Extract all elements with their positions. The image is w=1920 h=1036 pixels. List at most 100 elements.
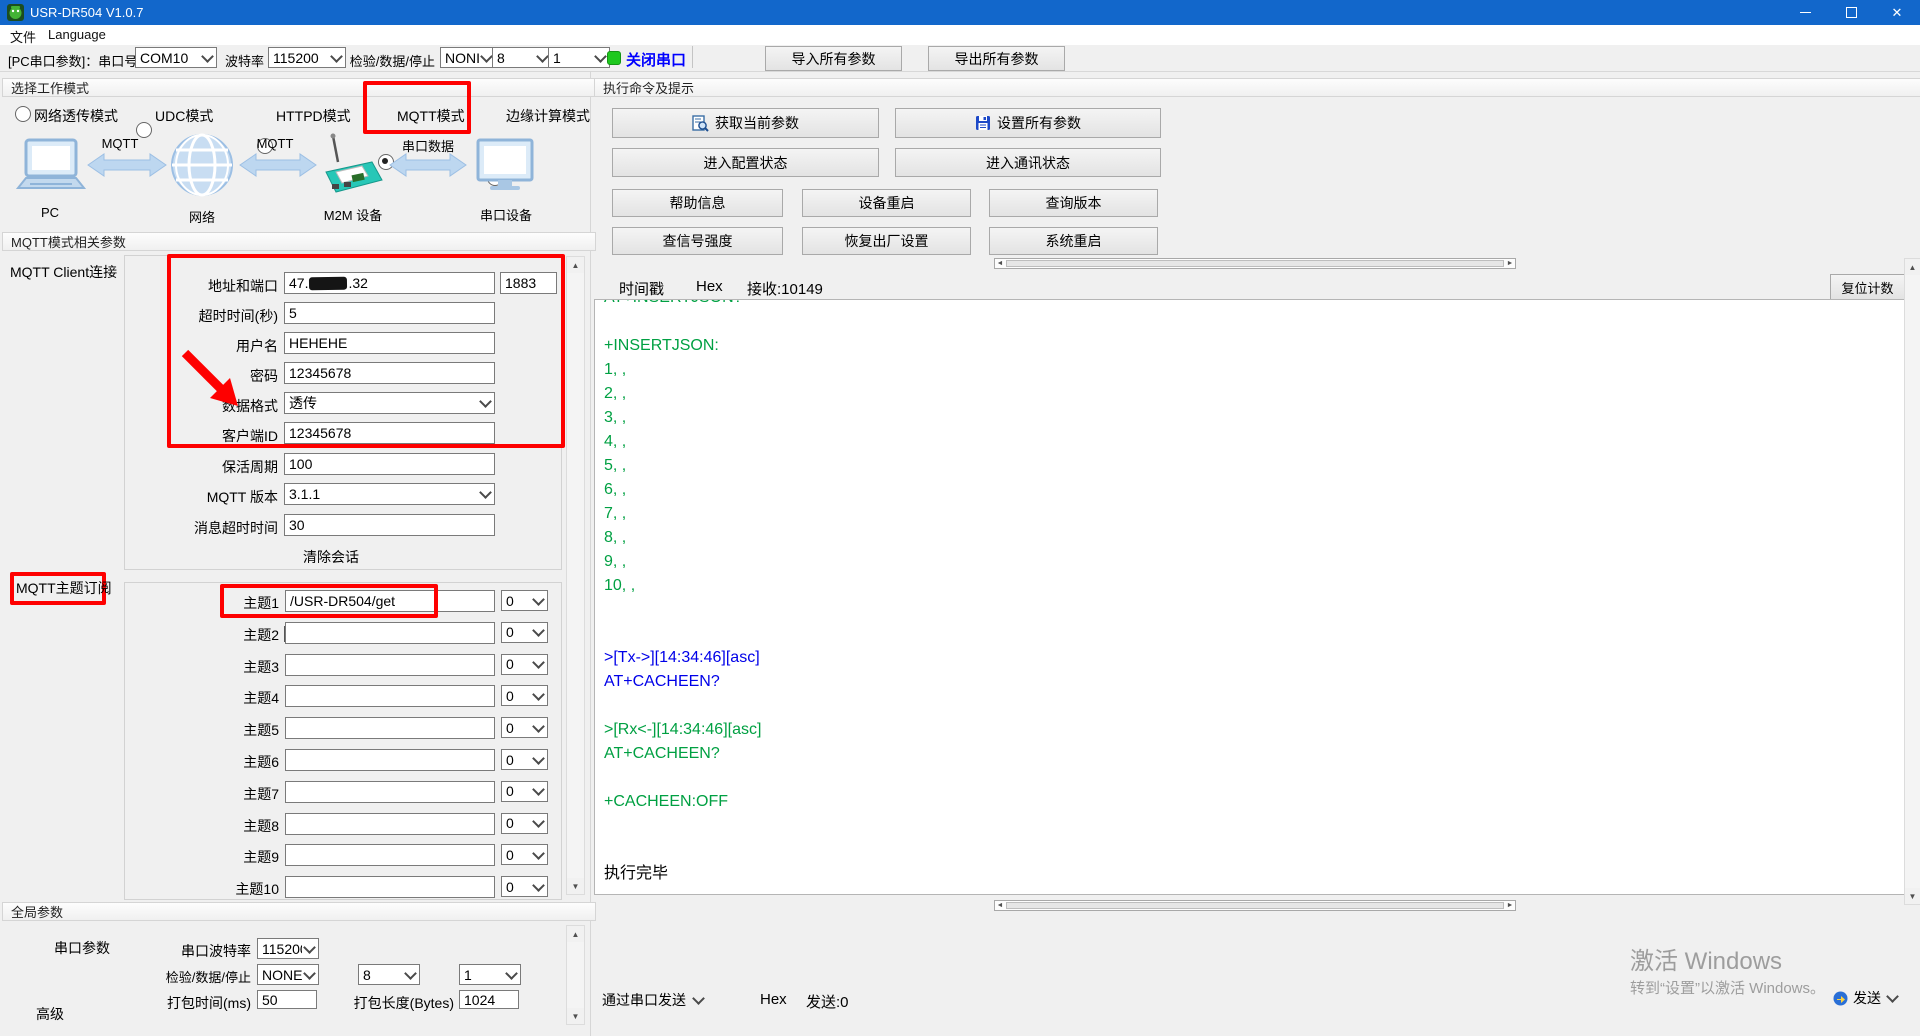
topic-qos-select[interactable]: 0	[501, 781, 548, 802]
chevron-down-icon	[532, 783, 545, 796]
get-params-button[interactable]: 获取当前参数	[612, 108, 879, 138]
log-hscrollbar-top[interactable]: ◄ ►	[994, 258, 1516, 269]
chevron-down-icon	[532, 879, 545, 892]
export-params-button[interactable]: 导出所有参数	[928, 46, 1065, 71]
reset-count-button[interactable]: 复位计数	[1830, 274, 1905, 300]
topic-input[interactable]	[285, 844, 495, 866]
import-params-button[interactable]: 导入所有参数	[765, 46, 902, 71]
baud-select[interactable]: 115200	[268, 47, 346, 68]
scroll-left-icon[interactable]: ◄	[995, 901, 1005, 910]
radio-mode-transparent[interactable]	[15, 106, 31, 122]
factory-reset-button[interactable]: 恢复出厂设置	[802, 227, 971, 255]
keepalive-input[interactable]: 100	[284, 453, 495, 475]
topic-qos-select[interactable]: 0	[501, 622, 548, 643]
close-serial-button[interactable]: 关闭串口	[626, 49, 686, 70]
pack-len-input[interactable]: 1024	[459, 990, 519, 1009]
scroll-down-icon[interactable]: ▼	[567, 1008, 584, 1024]
m2m-device-icon	[326, 134, 382, 193]
topic-qos-select[interactable]: 0	[501, 813, 548, 834]
chevron-down-icon	[536, 50, 549, 63]
topic-row: 主题9 0	[125, 844, 561, 868]
log-area[interactable]: AT+INSERTJSON? +INSERTJSON:1, ,2, ,3, ,4…	[594, 299, 1916, 895]
enter-config-button[interactable]: 进入配置状态	[612, 148, 879, 177]
topic-input[interactable]	[285, 781, 495, 803]
hex-send-label: Hex	[760, 991, 787, 1008]
scroll-right-icon[interactable]: ►	[1505, 901, 1515, 910]
mqtt-client-section-label: MQTT Client连接	[10, 262, 117, 282]
mqtt-version-select[interactable]: 3.1.1	[284, 483, 495, 505]
close-button[interactable]: ✕	[1874, 0, 1920, 25]
radio-mode-udc-label: UDC模式	[155, 106, 213, 126]
topic-input[interactable]	[285, 685, 495, 707]
topics-section-label: MQTT主题订阅	[16, 578, 112, 598]
topic-input[interactable]	[285, 749, 495, 771]
scroll-up-icon[interactable]: ▲	[567, 926, 584, 942]
query-version-button[interactable]: 查询版本	[989, 189, 1158, 217]
search-doc-icon	[692, 115, 709, 132]
log-line: 10, ,	[604, 574, 1915, 598]
scroll-up-icon[interactable]: ▲	[567, 257, 584, 273]
global-parity-select[interactable]: NONE	[257, 964, 319, 985]
minimize-button[interactable]	[1782, 0, 1828, 25]
global-parity-label: 检验/数据/停止	[145, 967, 251, 986]
maximize-icon	[1846, 7, 1857, 18]
chevron-down-icon	[404, 967, 417, 980]
topic-row: 主题5 0	[125, 717, 561, 741]
stopbits-select[interactable]: 1	[548, 47, 610, 68]
query-signal-button[interactable]: 查信号强度	[612, 227, 783, 255]
topic-input[interactable]	[285, 622, 495, 644]
windows-activation-watermark: 激活 Windows	[1630, 941, 1782, 976]
mqtt-params-header: MQTT模式相关参数	[2, 232, 596, 251]
log-line: >[Rx<-][14:34:46][asc]	[604, 718, 1915, 742]
topic-qos-select[interactable]: 0	[501, 717, 548, 738]
set-params-button[interactable]: 设置所有参数	[895, 108, 1161, 138]
scroll-left-icon[interactable]: ◄	[995, 259, 1005, 268]
databits-select[interactable]: 8	[492, 47, 552, 68]
serial-device-label: 串口设备	[476, 205, 536, 224]
minimize-icon	[1800, 12, 1811, 13]
log-vscrollbar[interactable]: ▲ ▼	[1904, 258, 1920, 905]
send-via-dropdown[interactable]: 通过串口发送	[602, 990, 703, 1010]
scroll-down-icon[interactable]: ▼	[1905, 888, 1920, 904]
pack-time-input[interactable]: 50	[257, 990, 317, 1009]
global-panel-scrollbar[interactable]: ▲ ▼	[566, 925, 585, 1025]
toolbar-separator	[692, 46, 693, 68]
menu-file[interactable]: 文件	[10, 27, 36, 46]
topic-qos-select[interactable]: 0	[501, 749, 548, 770]
topic-input[interactable]	[285, 717, 495, 739]
device-reboot-button[interactable]: 设备重启	[802, 189, 971, 217]
topic-input[interactable]	[285, 876, 495, 898]
topic-qos-select[interactable]: 0	[501, 590, 548, 611]
topic-label: 主题6	[125, 752, 279, 772]
help-info-button[interactable]: 帮助信息	[612, 189, 783, 217]
topic-qos-select[interactable]: 0	[501, 876, 548, 897]
topic-qos-select[interactable]: 0	[501, 685, 548, 706]
topic-input[interactable]	[285, 654, 495, 676]
global-stopbits-select[interactable]: 1	[459, 964, 521, 985]
scroll-right-icon[interactable]: ►	[1505, 259, 1515, 268]
timestamp-label: 时间戳	[619, 278, 664, 299]
log-line	[604, 310, 1915, 334]
global-databits-select[interactable]: 8	[358, 964, 420, 985]
msg-timeout-input[interactable]: 30	[284, 514, 495, 536]
send-button[interactable]: 发送	[1833, 988, 1897, 1008]
topic-qos-select[interactable]: 0	[501, 844, 548, 865]
parity-select[interactable]: NONI	[440, 47, 496, 68]
topic-qos-select[interactable]: 0	[501, 654, 548, 675]
mqtt-version-label: MQTT 版本	[120, 487, 278, 507]
pc-label: PC	[18, 205, 82, 220]
log-hscrollbar-bottom[interactable]: ◄ ►	[994, 900, 1516, 911]
scroll-down-icon[interactable]: ▼	[567, 878, 584, 894]
menu-language[interactable]: Language	[48, 27, 106, 42]
maximize-button[interactable]	[1828, 0, 1874, 25]
system-reboot-button[interactable]: 系统重启	[989, 227, 1158, 255]
global-baud-select[interactable]: 115200	[257, 938, 319, 959]
enter-comm-button[interactable]: 进入通讯状态	[895, 148, 1161, 177]
scrollbar-thumb[interactable]	[1006, 260, 1504, 267]
mqtt-panel-scrollbar[interactable]: ▲ ▼	[566, 256, 585, 895]
scroll-up-icon[interactable]: ▲	[1905, 259, 1920, 275]
com-port-select[interactable]: COM10	[135, 47, 217, 68]
scrollbar-thumb[interactable]	[1006, 902, 1504, 909]
global-baud-label: 串口波特率	[151, 941, 251, 961]
topic-input[interactable]	[285, 813, 495, 835]
